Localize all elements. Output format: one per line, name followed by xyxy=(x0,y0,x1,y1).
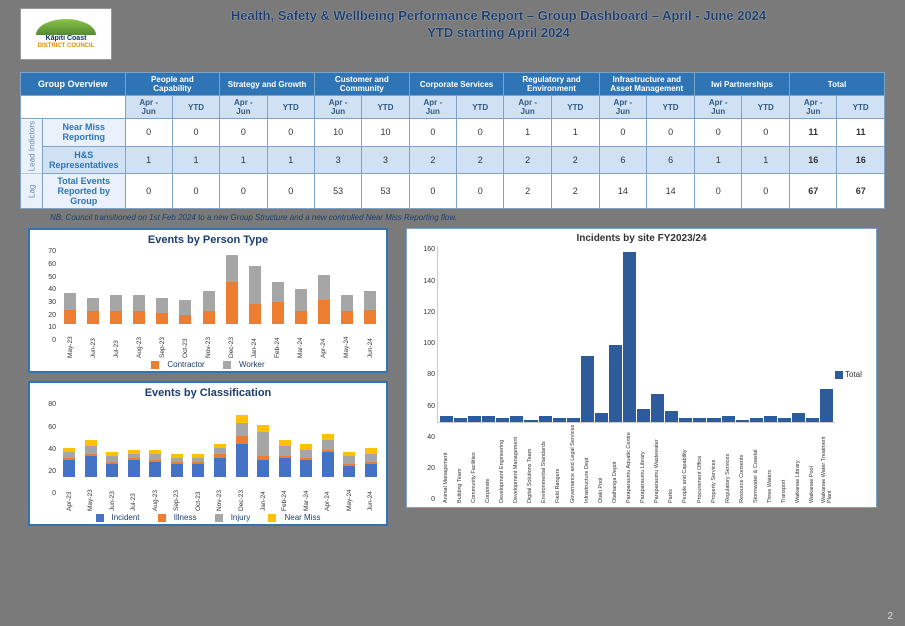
page-title: Health, Safety & Wellbeing Performance R… xyxy=(112,8,885,42)
logo-line-2: DISTRICT COUNCIL xyxy=(38,43,95,50)
dept-header: People and Capability xyxy=(125,73,220,96)
org-logo: Kāpiti Coast DISTRICT COUNCIL xyxy=(20,8,112,60)
dept-header: Iwi Partnerships xyxy=(694,73,789,96)
row-label: Total Events Reported by Group xyxy=(43,174,126,209)
page-number: 2 xyxy=(887,611,893,622)
table-footnote: NB. Council transitioned on 1st Feb 2024… xyxy=(50,213,885,222)
dept-header: Total xyxy=(790,73,885,96)
chart-incidents-by-site: Incidents by site FY2023/24 160140120100… xyxy=(406,228,877,508)
table-corner: Group Overview xyxy=(21,73,126,96)
dept-header: Corporate Services xyxy=(409,73,504,96)
chart-events-by-classification: Events by Classification 806040200Apr-23… xyxy=(28,381,388,526)
dept-header: Customer and Community xyxy=(314,73,409,96)
chart-events-by-person-type: Events by Person Type 706050403020100May… xyxy=(28,228,388,373)
dept-header: Regulatory and Environment xyxy=(504,73,599,96)
row-label: Near Miss Reporting xyxy=(43,119,126,147)
dept-header: Strategy and Growth xyxy=(220,73,315,96)
group-overview-table: Group Overview People and CapabilityStra… xyxy=(20,72,885,209)
row-label: H&S Representatives xyxy=(43,146,126,174)
dept-header: Infrastructure and Asset Management xyxy=(599,73,694,96)
logo-line-1: Kāpiti Coast xyxy=(46,35,87,43)
